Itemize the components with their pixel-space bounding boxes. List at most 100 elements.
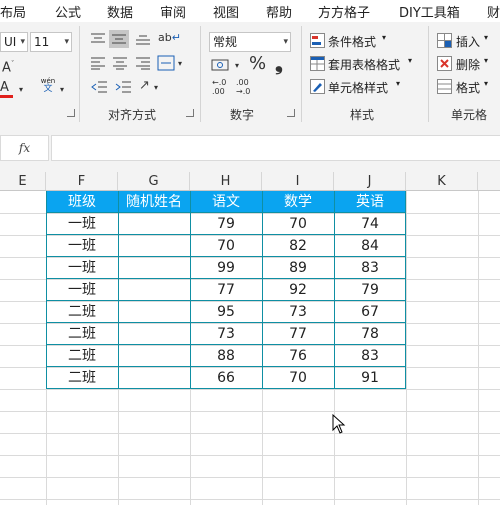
table-cell[interactable]: 84 (334, 235, 406, 257)
table-cell[interactable] (118, 345, 190, 367)
table-cell[interactable]: 一班 (46, 279, 118, 301)
tab-diy-toolbox[interactable]: DIY工具箱 (399, 2, 460, 21)
table-cell[interactable] (118, 213, 190, 235)
font-color-button[interactable]: A (0, 80, 16, 98)
comma-style-button[interactable]: ❟ (275, 52, 283, 74)
table-header-english[interactable]: 英语 (334, 191, 406, 213)
table-cell[interactable]: 74 (334, 213, 406, 235)
table-header-math[interactable]: 数学 (262, 191, 334, 213)
table-cell[interactable] (118, 235, 190, 257)
wrap-text-button[interactable]: ab↵ (158, 30, 181, 46)
table-cell[interactable]: 82 (262, 235, 334, 257)
table-cell[interactable]: 二班 (46, 345, 118, 367)
formula-input[interactable] (51, 135, 500, 161)
align-middle-button[interactable] (109, 30, 129, 48)
increase-decimal-button[interactable]: ←.0 .00 (212, 78, 226, 96)
table-cell[interactable] (118, 301, 190, 323)
insert-function-button[interactable]: fx (0, 135, 49, 161)
table-cell[interactable]: 76 (262, 345, 334, 367)
chevron-down-icon[interactable]: ▾ (178, 56, 182, 72)
tab-formulas[interactable]: 公式 (55, 2, 81, 21)
table-cell[interactable] (118, 323, 190, 345)
tab-layout[interactable]: 布局 (0, 2, 26, 21)
merge-center-icon[interactable] (157, 55, 175, 71)
chevron-down-icon[interactable]: ▾ (19, 82, 23, 98)
delete-cells-button[interactable]: 删除 ▾ (437, 55, 500, 73)
table-cell[interactable] (118, 367, 190, 389)
align-right-icon[interactable] (135, 56, 151, 70)
table-cell[interactable]: 73 (262, 301, 334, 323)
table-cell[interactable]: 二班 (46, 323, 118, 345)
tab-review[interactable]: 审阅 (160, 2, 186, 21)
column-header-j[interactable]: J (334, 172, 406, 190)
table-cell[interactable]: 67 (334, 301, 406, 323)
font-name-combo[interactable]: UI ▾ (0, 32, 28, 52)
tab-finance[interactable]: 财 (487, 2, 500, 21)
column-header-k[interactable]: K (406, 172, 478, 190)
font-size-combo[interactable]: 11 ▾ (30, 32, 72, 52)
table-cell[interactable]: 二班 (46, 301, 118, 323)
table-cell[interactable] (118, 257, 190, 279)
tab-data[interactable]: 数据 (107, 2, 133, 21)
table-cell[interactable]: 89 (262, 257, 334, 279)
chevron-down-icon[interactable]: ▾ (235, 58, 239, 74)
table-cell[interactable]: 70 (190, 235, 262, 257)
table-cell[interactable]: 83 (334, 345, 406, 367)
column-header-i[interactable]: I (262, 172, 334, 190)
column-header-g[interactable]: G (118, 172, 190, 190)
table-cell[interactable]: 一班 (46, 235, 118, 257)
table-cell[interactable]: 77 (262, 323, 334, 345)
table-cell[interactable]: 83 (334, 257, 406, 279)
table-cell[interactable]: 91 (334, 367, 406, 389)
table-cell[interactable]: 二班 (46, 367, 118, 389)
column-header-f[interactable]: F (46, 172, 118, 190)
column-header-h[interactable]: H (190, 172, 262, 190)
format-cells-button[interactable]: 格式 ▾ (437, 78, 500, 96)
decrease-decimal-button[interactable]: .00 →.0 (236, 78, 250, 96)
percent-style-button[interactable]: % (249, 53, 266, 75)
number-dialog-launcher-icon[interactable] (287, 109, 295, 117)
table-cell[interactable]: 73 (190, 323, 262, 345)
conditional-format-button[interactable]: 条件格式 ▾ (310, 32, 420, 50)
table-header-class[interactable]: 班级 (46, 191, 118, 213)
table-cell[interactable]: 79 (190, 213, 262, 235)
table-header-random-name[interactable]: 随机姓名 (118, 191, 190, 213)
table-cell[interactable]: 66 (190, 367, 262, 389)
table-cell[interactable]: 79 (334, 279, 406, 301)
increase-indent-icon[interactable] (114, 80, 132, 94)
decrease-font-size-button[interactable]: Aˇ (2, 56, 14, 76)
table-cell[interactable]: 95 (190, 301, 262, 323)
cell-styles-button[interactable]: 单元格样式 ▾ (310, 78, 420, 96)
phonetic-guide-button[interactable]: wén 文 (37, 77, 59, 94)
table-border (46, 234, 406, 235)
alignment-dialog-launcher-icon[interactable] (186, 109, 194, 117)
table-cell[interactable]: 一班 (46, 213, 118, 235)
table-cell[interactable]: 78 (334, 323, 406, 345)
column-header-e[interactable]: E (0, 172, 46, 190)
tab-fangfang[interactable]: 方方格子 (318, 2, 370, 21)
align-left-icon[interactable] (90, 56, 106, 70)
table-cell[interactable]: 70 (262, 367, 334, 389)
table-header-chinese[interactable]: 语文 (190, 191, 262, 213)
accounting-format-icon[interactable] (211, 58, 231, 72)
table-cell[interactable]: 70 (262, 213, 334, 235)
table-cell[interactable]: 一班 (46, 257, 118, 279)
table-cell[interactable]: 77 (190, 279, 262, 301)
tab-view[interactable]: 视图 (213, 2, 239, 21)
table-cell[interactable]: 99 (190, 257, 262, 279)
number-format-combo[interactable]: 常规 ▾ (209, 32, 291, 52)
chevron-down-icon[interactable]: ▾ (154, 80, 158, 96)
decrease-indent-icon[interactable] (90, 80, 108, 94)
chevron-down-icon[interactable]: ▾ (60, 82, 64, 98)
table-cell[interactable]: 88 (190, 345, 262, 367)
table-cell[interactable] (118, 279, 190, 301)
table-cell[interactable]: 92 (262, 279, 334, 301)
font-dialog-launcher-icon[interactable] (67, 109, 75, 117)
tab-help[interactable]: 帮助 (266, 2, 292, 21)
format-as-table-button[interactable]: 套用表格格式 ▾ (310, 55, 440, 73)
insert-cells-button[interactable]: 插入 ▾ (437, 32, 500, 50)
align-top-icon[interactable] (90, 32, 106, 46)
align-center-icon[interactable] (112, 56, 128, 70)
align-bottom-icon[interactable] (135, 32, 151, 46)
orientation-icon[interactable]: ↗ (139, 78, 150, 94)
